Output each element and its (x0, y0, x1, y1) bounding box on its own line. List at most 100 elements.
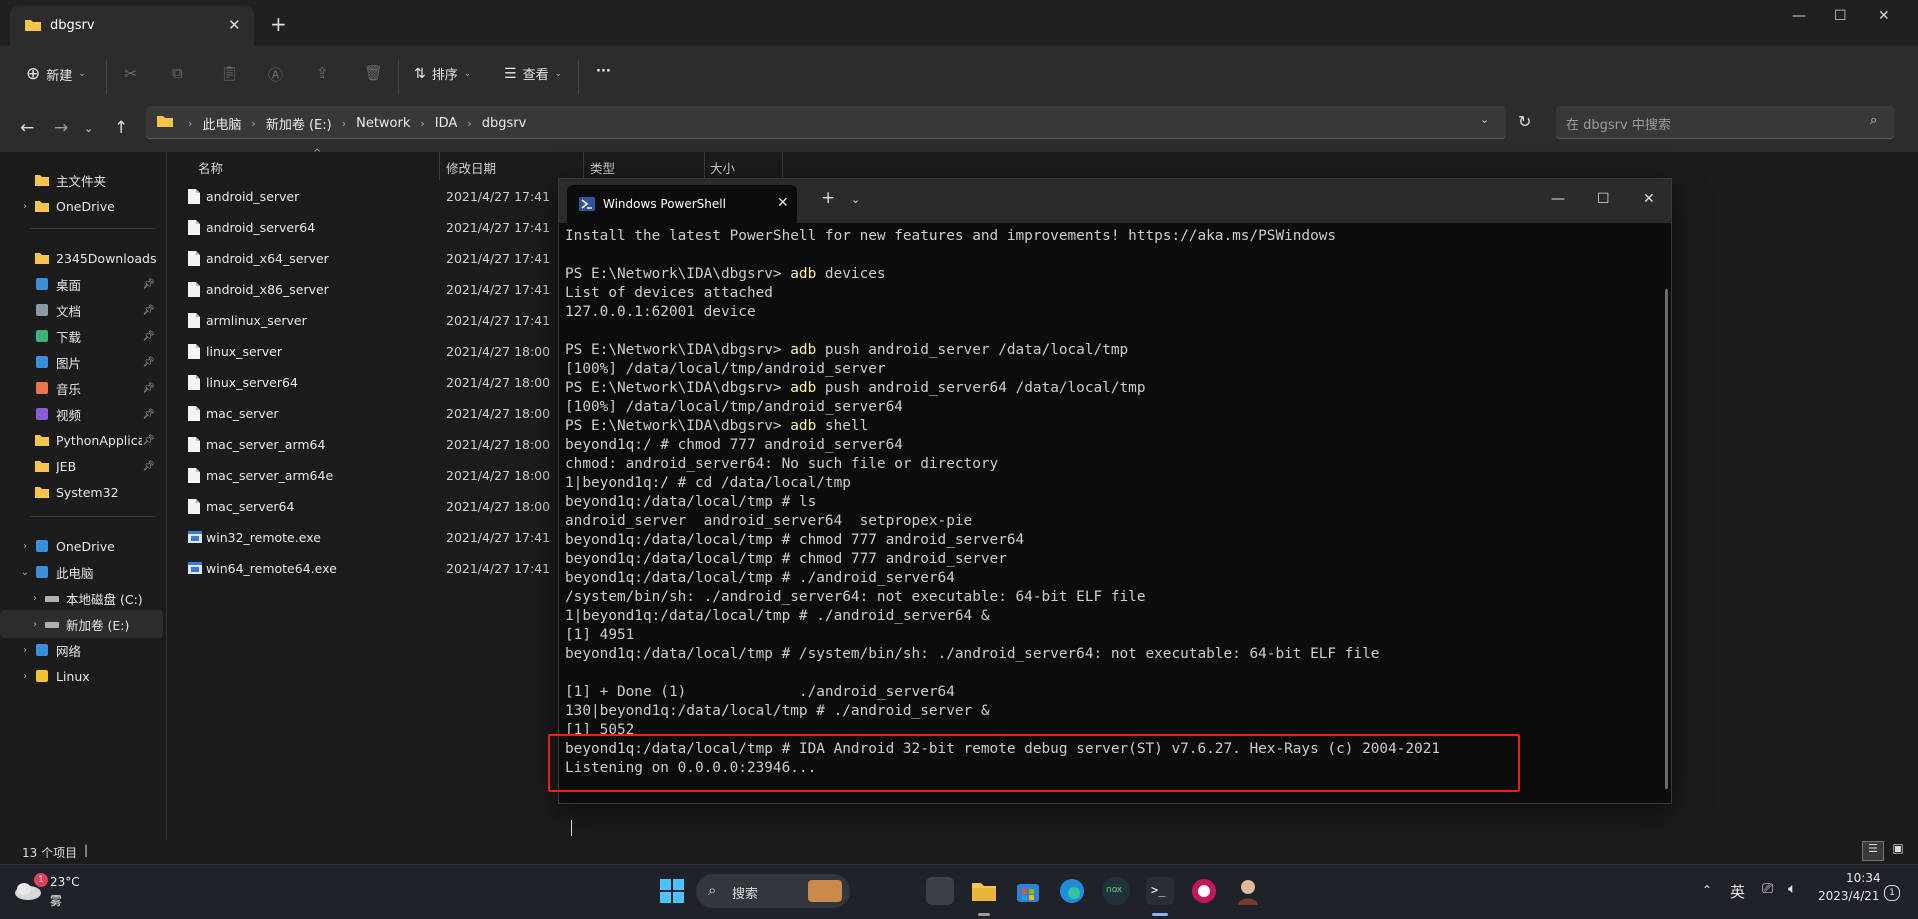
display-icon[interactable]: ⎚ (1762, 881, 1773, 897)
breadcrumb-item[interactable]: IDA (435, 116, 458, 131)
sidebar-item[interactable]: › OneDrive (0, 532, 163, 560)
refresh-icon[interactable]: ↻ (1518, 112, 1531, 131)
rename-icon[interactable]: Ⓐ (268, 64, 283, 85)
start-icon[interactable] (658, 877, 686, 905)
nox-icon[interactable]: nox (1102, 877, 1130, 905)
column-divider[interactable] (439, 152, 440, 180)
terminal-output[interactable]: Install the latest PowerShell for new fe… (565, 227, 1655, 836)
maximize-icon[interactable]: ☐ (1834, 8, 1847, 24)
column-header-size[interactable]: 大小 (710, 158, 735, 177)
address-dropdown-icon[interactable]: ⌄ (1480, 113, 1489, 126)
tray-overflow-icon[interactable]: ⌃ (1702, 883, 1712, 897)
explorer-tab[interactable]: dbgsrv ✕ (10, 6, 254, 46)
new-tab-button[interactable]: + (270, 12, 287, 36)
sort-button[interactable]: ⇅ 排序 ⌄ (414, 64, 471, 84)
sidebar-item[interactable]: 2345Downloads (0, 244, 163, 272)
breadcrumb-item[interactable]: 新加卷 (E:) (266, 114, 332, 133)
expand-chevron-icon[interactable]: › (16, 645, 34, 656)
back-icon[interactable]: ← (20, 118, 34, 138)
copy-icon[interactable]: ⧉ (172, 64, 183, 82)
expand-chevron-icon[interactable]: › (16, 201, 34, 212)
details-view-icon[interactable]: ☰ (1862, 841, 1884, 861)
breadcrumb-item[interactable]: dbgsrv (482, 116, 527, 131)
expand-chevron-icon[interactable]: › (16, 671, 34, 682)
breadcrumb-item[interactable]: 此电脑 (202, 114, 241, 133)
sidebar-item[interactable]: › OneDrive (0, 192, 163, 220)
terminal-tab[interactable]: Windows PowerShell ✕ (567, 185, 797, 223)
minimize-icon[interactable]: — (1551, 191, 1565, 207)
avatar-app-icon[interactable] (1234, 877, 1262, 905)
terminal-icon[interactable]: >_ (1146, 877, 1174, 905)
sidebar-item[interactable]: 音乐 📌︎ (0, 374, 163, 402)
store-icon[interactable] (1014, 877, 1042, 905)
up-icon[interactable]: ↑ (114, 118, 128, 138)
maximize-icon[interactable]: ☐ (1597, 191, 1610, 207)
close-window-icon[interactable]: ✕ (1643, 191, 1655, 207)
column-header-type[interactable]: 类型 (590, 158, 615, 177)
speaker-icon[interactable]: 🔈︎ (1788, 881, 1796, 897)
column-header-name[interactable]: 名称 (198, 158, 223, 177)
column-divider[interactable] (782, 152, 783, 180)
expand-chevron-icon[interactable]: › (16, 541, 34, 552)
dropdown-icon[interactable]: ⌄ (851, 193, 860, 206)
sidebar-item[interactable]: › 新加卷 (E:) (0, 610, 163, 638)
more-options-button[interactable]: ··· (596, 64, 611, 79)
breadcrumb-item[interactable]: Network (356, 116, 410, 131)
forward-icon[interactable]: → (54, 118, 68, 138)
file-row[interactable]: android_x86_server 2021/4/27 17:41 (168, 275, 568, 305)
column-divider[interactable] (583, 152, 584, 180)
new-tab-icon[interactable]: + (821, 188, 835, 208)
sidebar-item[interactable]: PythonApplication📌︎ (0, 426, 163, 454)
paste-icon[interactable]: 📋︎ (220, 64, 239, 82)
tiles-view-icon[interactable]: ▣ (1888, 841, 1908, 859)
taskbar-search[interactable]: ⌕ 搜索 (696, 874, 850, 908)
sidebar-item[interactable]: JEB 📌︎ (0, 452, 163, 480)
cut-icon[interactable]: ✂ (124, 64, 137, 83)
file-explorer-icon[interactable] (970, 877, 998, 905)
minimize-icon[interactable]: — (1792, 8, 1806, 24)
file-row[interactable]: android_server 2021/4/27 17:41 (168, 182, 568, 212)
search-input[interactable]: 在 dbgsrv 中搜索 ⌕ (1556, 106, 1894, 139)
new-button[interactable]: ⊕ 新建 ⌄ (26, 64, 86, 84)
sidebar-item[interactable]: 文档 📌︎ (0, 296, 163, 324)
expand-chevron-icon[interactable]: ⌄ (16, 567, 34, 578)
sidebar-item[interactable]: System32 (0, 478, 163, 506)
app-icon[interactable] (1190, 877, 1218, 905)
file-row[interactable]: android_x64_server 2021/4/27 17:41 (168, 244, 568, 274)
address-bar[interactable]: › 此电脑 › 新加卷 (E:) › Network › IDA › dbgsr… (146, 106, 1506, 139)
file-row[interactable]: linux_server64 2021/4/27 18:00 (168, 368, 568, 398)
column-divider[interactable] (704, 152, 705, 180)
column-header-date[interactable]: 修改日期 (446, 158, 496, 177)
close-window-icon[interactable]: ✕ (1878, 8, 1890, 24)
file-row[interactable]: mac_server_arm64e 2021/4/27 18:00 (168, 461, 568, 491)
recent-chevron-icon[interactable]: ⌄ (84, 122, 93, 135)
file-row[interactable]: mac_server_arm64 2021/4/27 18:00 (168, 430, 568, 460)
expand-chevron-icon[interactable]: › (26, 619, 44, 630)
close-tab-icon[interactable]: ✕ (777, 195, 789, 211)
expand-chevron-icon[interactable]: › (26, 593, 44, 604)
view-button[interactable]: ☰ 查看 ⌄ (504, 64, 562, 84)
file-row[interactable]: android_server64 2021/4/27 17:41 (168, 213, 568, 243)
sidebar-item[interactable]: 视频 📌︎ (0, 400, 163, 428)
ime-indicator[interactable]: 英 (1730, 881, 1745, 902)
sidebar-item[interactable]: ⌄ 此电脑 (0, 558, 163, 586)
notification-badge[interactable]: 1 (1884, 885, 1900, 901)
file-row[interactable]: mac_server64 2021/4/27 18:00 (168, 492, 568, 522)
sidebar-item[interactable]: 下载 📌︎ (0, 322, 163, 350)
delete-icon[interactable]: 🗑︎ (364, 64, 383, 82)
sidebar-item[interactable]: 桌面 📌︎ (0, 270, 163, 298)
share-icon[interactable]: ⇪ (316, 64, 329, 82)
edge-icon[interactable] (1058, 877, 1086, 905)
close-tab-icon[interactable]: ✕ (228, 16, 241, 34)
file-row[interactable]: linux_server 2021/4/27 18:00 (168, 337, 568, 367)
file-row[interactable]: win64_remote64.exe 2021/4/27 17:41 (168, 554, 568, 584)
sidebar-item[interactable]: › 本地磁盘 (C:) (0, 584, 163, 612)
sidebar-item[interactable]: 图片 📌︎ (0, 348, 163, 376)
sidebar-item[interactable]: › 网络 (0, 636, 163, 664)
powershell-window[interactable]: Windows PowerShell ✕ + ⌄ — ☐ ✕ Install t… (558, 178, 1672, 836)
clock-date[interactable]: 2023/4/21 (1818, 889, 1880, 903)
file-row[interactable]: mac_server 2021/4/27 18:00 (168, 399, 568, 429)
file-row[interactable]: win32_remote.exe 2021/4/27 17:41 (168, 523, 568, 553)
sidebar-item[interactable]: 主文件夹 (0, 166, 163, 194)
task-view-icon[interactable] (926, 877, 954, 905)
